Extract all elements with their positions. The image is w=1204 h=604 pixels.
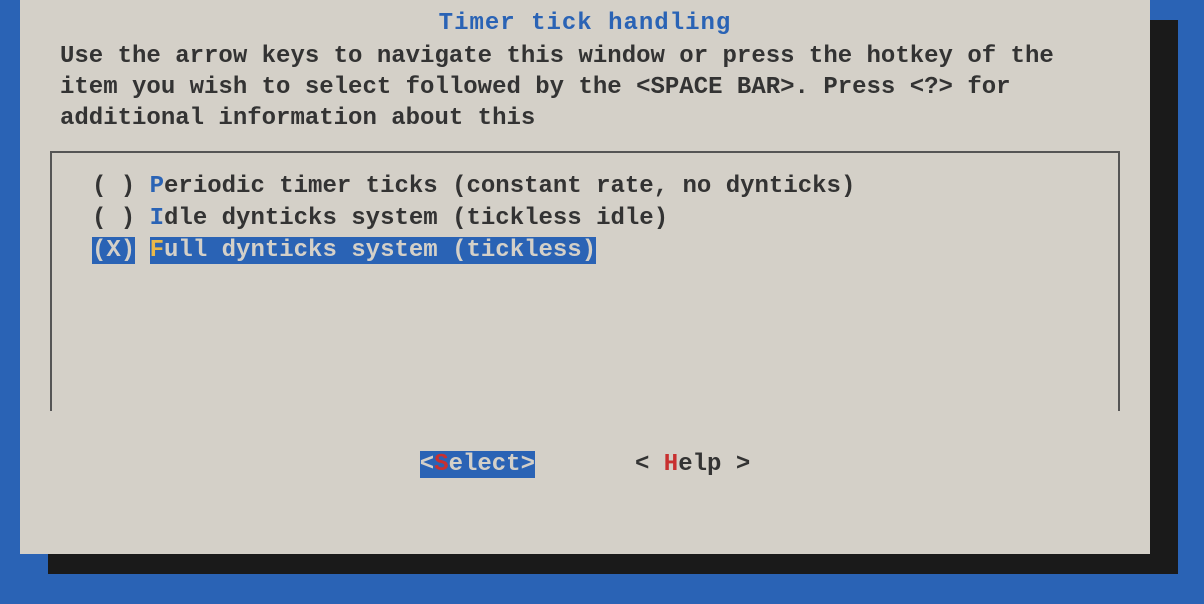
radio-marker: ( ) xyxy=(92,173,135,200)
option-periodic[interactable]: ( ) Periodic timer ticks (constant rate,… xyxy=(92,171,1078,203)
option-full-dynticks[interactable]: (X) Full dynticks system (tickless) xyxy=(92,235,1078,267)
option-hotkey: I xyxy=(150,205,164,232)
option-label-selected: Full dynticks system (tickless) xyxy=(150,237,596,264)
option-label-rest: eriodic timer ticks (constant rate, no d… xyxy=(164,173,855,200)
dialog-help-text: Use the arrow keys to navigate this wind… xyxy=(50,41,1120,135)
option-hotkey: F xyxy=(150,237,164,264)
option-list: ( ) Periodic timer ticks (constant rate,… xyxy=(50,151,1120,411)
dialog-title: Timer tick handling xyxy=(50,10,1120,37)
option-hotkey: P xyxy=(150,173,164,200)
option-label-rest: ull dynticks system (tickless) xyxy=(164,237,596,264)
menuconfig-dialog: Timer tick handling Use the arrow keys t… xyxy=(20,0,1150,554)
radio-marker-selected: (X) xyxy=(92,237,135,264)
option-label-rest: dle dynticks system (tickless idle) xyxy=(164,205,668,232)
button-bar: <Select> < Help > xyxy=(50,451,1120,478)
select-button[interactable]: <Select> xyxy=(420,451,535,478)
help-button[interactable]: < Help > xyxy=(635,451,750,478)
radio-marker: ( ) xyxy=(92,205,135,232)
option-idle-dynticks[interactable]: ( ) Idle dynticks system (tickless idle) xyxy=(92,203,1078,235)
